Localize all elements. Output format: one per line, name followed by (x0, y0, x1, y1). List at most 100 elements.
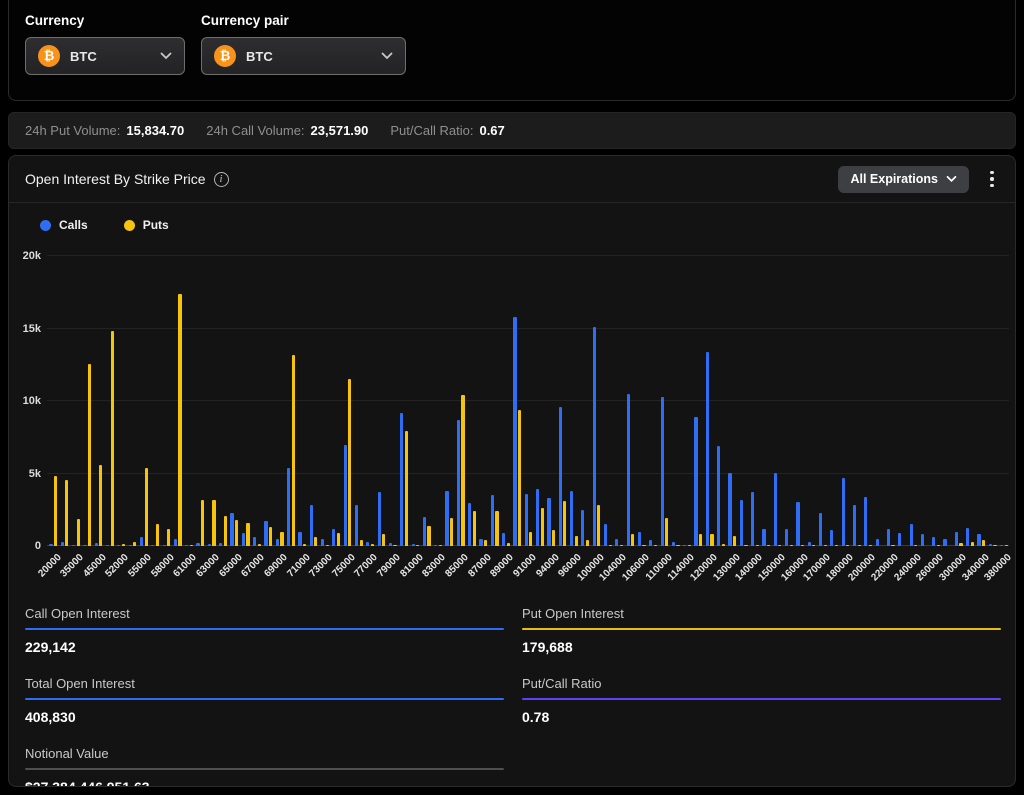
bar-puts-96000[interactable] (575, 536, 578, 546)
bar-calls-120000[interactable] (706, 352, 709, 546)
bar-calls-90000[interactable] (513, 317, 516, 546)
currency-pair-select[interactable]: ₿ BTC (201, 37, 406, 75)
bar-puts-100000[interactable] (597, 505, 600, 546)
bar-calls-340000[interactable] (977, 534, 980, 546)
bar-puts-54000[interactable] (133, 542, 136, 546)
bar-calls-112000[interactable] (672, 542, 675, 546)
bar-calls-66000[interactable] (242, 533, 245, 546)
bar-calls-115000[interactable] (694, 417, 697, 546)
bar-calls-56000[interactable] (151, 545, 154, 547)
bar-puts-50000[interactable] (111, 331, 114, 546)
bar-puts-58000[interactable] (167, 529, 170, 546)
bar-calls-65000[interactable] (230, 513, 233, 546)
bar-puts-190000[interactable] (858, 545, 861, 547)
bar-puts-115000[interactable] (699, 534, 702, 546)
currency-select[interactable]: ₿ BTC (25, 37, 185, 75)
bar-calls-155000[interactable] (785, 529, 788, 546)
bar-puts-165000[interactable] (812, 545, 815, 547)
bar-calls-54000[interactable] (129, 545, 132, 547)
bar-calls-79000[interactable] (389, 543, 392, 546)
bar-puts-95000[interactable] (563, 501, 566, 546)
bar-puts-130000[interactable] (733, 536, 736, 546)
bar-calls-89000[interactable] (502, 533, 505, 546)
bar-calls-220000[interactable] (887, 529, 890, 546)
bar-puts-89000[interactable] (507, 543, 510, 546)
bar-puts-180000[interactable] (846, 545, 849, 547)
bar-puts-30000[interactable] (65, 480, 68, 546)
bar-puts-63000[interactable] (212, 500, 215, 546)
bar-calls-86000[interactable] (468, 503, 471, 547)
bar-calls-88000[interactable] (491, 495, 494, 546)
bar-puts-82000[interactable] (427, 526, 430, 546)
bar-calls-77000[interactable] (366, 542, 369, 546)
bar-calls-30000[interactable] (61, 542, 64, 546)
bar-puts-200000[interactable] (869, 545, 872, 547)
bar-calls-70000[interactable] (287, 468, 290, 546)
bar-calls-20000[interactable] (49, 544, 52, 546)
bar-calls-114000[interactable] (683, 545, 686, 547)
bar-puts-104000[interactable] (620, 545, 623, 547)
bar-calls-105000[interactable] (627, 394, 630, 546)
bar-puts-94000[interactable] (552, 530, 555, 546)
bar-puts-120000[interactable] (710, 534, 713, 546)
bar-calls-64000[interactable] (219, 543, 222, 546)
bar-calls-104000[interactable] (615, 539, 618, 546)
bar-puts-66000[interactable] (246, 523, 249, 546)
bar-calls-250000[interactable] (921, 534, 924, 546)
bar-puts-340000[interactable] (982, 540, 985, 546)
plot-area[interactable] (47, 256, 1009, 546)
bar-calls-130000[interactable] (728, 473, 731, 546)
bar-puts-65000[interactable] (235, 520, 238, 546)
bar-puts-52000[interactable] (122, 544, 125, 546)
bar-puts-88000[interactable] (495, 511, 498, 546)
bar-puts-80000[interactable] (405, 431, 408, 546)
bar-puts-20000[interactable] (54, 476, 57, 546)
bar-calls-63000[interactable] (208, 544, 211, 546)
bar-puts-260000[interactable] (937, 545, 940, 547)
bar-calls-180000[interactable] (842, 478, 845, 546)
bar-calls-91000[interactable] (525, 494, 528, 546)
bar-calls-175000[interactable] (830, 530, 833, 546)
bar-puts-140000[interactable] (756, 545, 759, 547)
bar-calls-108000[interactable] (649, 540, 652, 546)
bar-calls-210000[interactable] (876, 539, 879, 546)
bar-calls-83000[interactable] (434, 545, 437, 547)
bar-calls-165000[interactable] (808, 542, 811, 546)
bar-calls-230000[interactable] (898, 533, 901, 546)
bar-puts-56000[interactable] (156, 524, 159, 546)
bar-puts-60000[interactable] (178, 294, 181, 546)
bar-puts-114000[interactable] (688, 545, 691, 547)
bar-calls-170000[interactable] (819, 513, 822, 546)
bar-calls-69000[interactable] (276, 539, 279, 546)
bar-calls-40000[interactable] (83, 545, 86, 547)
bar-calls-85000[interactable] (457, 420, 460, 546)
bar-calls-84000[interactable] (445, 491, 448, 546)
bar-calls-380000[interactable] (1000, 545, 1003, 547)
bar-calls-94000[interactable] (547, 498, 550, 546)
bar-puts-87000[interactable] (484, 540, 487, 546)
bar-calls-100000[interactable] (593, 327, 596, 546)
bar-calls-140000[interactable] (751, 492, 754, 546)
bar-calls-68000[interactable] (264, 521, 267, 546)
bar-puts-78000[interactable] (382, 534, 385, 546)
bar-puts-110000[interactable] (665, 518, 668, 546)
bar-calls-58000[interactable] (163, 545, 166, 547)
legend-item-calls[interactable]: Calls (40, 218, 88, 232)
bar-puts-160000[interactable] (801, 545, 804, 547)
bar-puts-220000[interactable] (891, 545, 894, 547)
bar-calls-50000[interactable] (106, 545, 109, 547)
bar-calls-62000[interactable] (196, 543, 199, 546)
bar-calls-72000[interactable] (310, 505, 313, 546)
bar-calls-73000[interactable] (321, 539, 324, 546)
bar-calls-260000[interactable] (932, 537, 935, 546)
bar-puts-300000[interactable] (959, 543, 962, 546)
bar-calls-75000[interactable] (344, 445, 347, 547)
bar-calls-35000[interactable] (72, 545, 75, 547)
bar-calls-145000[interactable] (762, 529, 765, 546)
info-icon[interactable]: i (214, 172, 229, 187)
bar-puts-125000[interactable] (722, 544, 725, 546)
bar-puts-90000[interactable] (518, 410, 521, 546)
bar-calls-110000[interactable] (661, 397, 664, 546)
bar-puts-85000[interactable] (461, 395, 464, 546)
bar-calls-280000[interactable] (943, 539, 946, 546)
